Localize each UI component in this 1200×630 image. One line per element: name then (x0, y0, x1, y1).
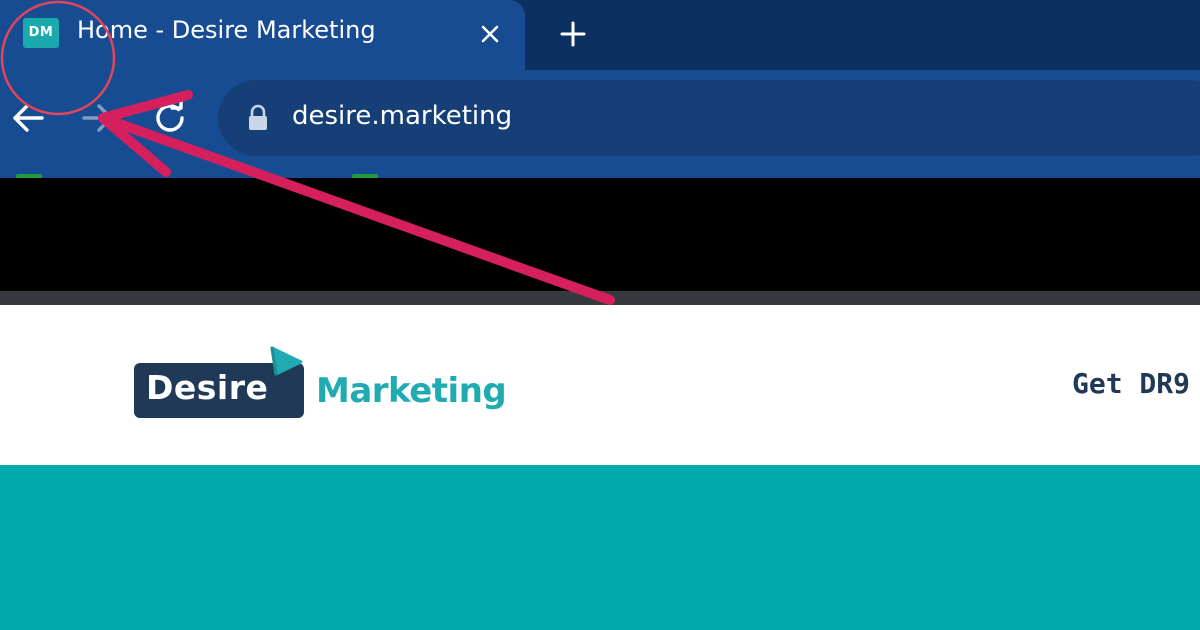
play-icon (270, 346, 303, 376)
lock-icon[interactable] (246, 104, 270, 132)
arrow-right-icon[interactable] (78, 98, 118, 138)
divider (0, 291, 1200, 305)
tab-title: Home - Desire Marketing (77, 16, 376, 44)
desire-marketing-logo[interactable]: Desire Marketing (134, 343, 514, 423)
reload-icon[interactable] (150, 98, 190, 138)
close-icon[interactable] (474, 18, 506, 50)
site-header: Desire Marketing Get DR9 (0, 305, 1200, 465)
logo-word-marketing: Marketing (316, 371, 507, 411)
hero-section (0, 465, 1200, 630)
tab-strip: DM Home - Desire Marketing (0, 0, 1200, 70)
address-bar[interactable]: desire.marketing (218, 80, 1200, 156)
browser-tab[interactable]: DM Home - Desire Marketing (0, 0, 525, 70)
url-text[interactable]: desire.marketing (292, 101, 512, 131)
plus-icon[interactable] (556, 17, 590, 51)
logo-word-desire: Desire (146, 368, 269, 407)
nav-link-get-dr[interactable]: Get DR9 (1072, 367, 1190, 400)
favicon: DM (23, 18, 59, 48)
redacted-bar (0, 178, 1200, 291)
arrow-left-icon[interactable] (8, 98, 48, 138)
browser-toolbar: desire.marketing (0, 70, 1200, 178)
